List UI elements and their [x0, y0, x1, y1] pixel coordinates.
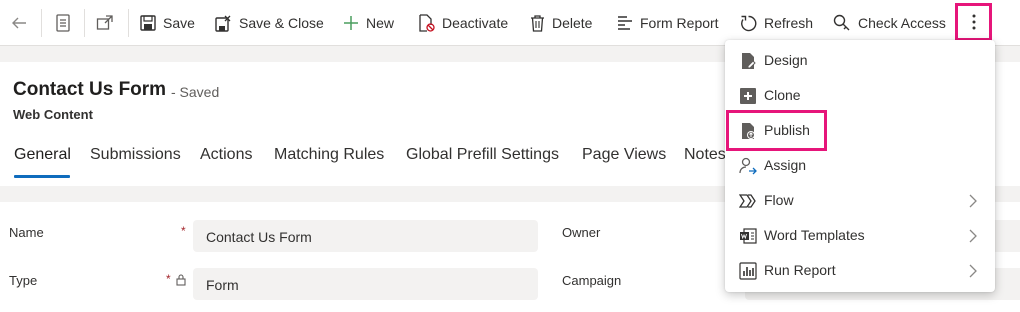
owner-label: Owner: [562, 225, 601, 240]
toolbar-divider: [41, 9, 42, 37]
open-new-window-button[interactable]: [96, 0, 114, 46]
delete-label: Delete: [552, 15, 593, 31]
tab-matching-rules[interactable]: Matching Rules: [274, 146, 384, 164]
refresh-icon: [741, 15, 757, 31]
toolbar-divider: [84, 9, 85, 37]
chevron-right-icon: [969, 264, 977, 278]
word-templates-icon: [740, 228, 757, 244]
new-button[interactable]: New: [343, 0, 394, 46]
menu-item-word-templates[interactable]: Word Templates: [725, 218, 995, 253]
form-report-label: Form Report: [640, 15, 719, 31]
menu-item-clone[interactable]: Clone: [725, 78, 995, 113]
type-label: Type: [9, 273, 38, 288]
flow-icon: [739, 194, 756, 208]
chevron-right-icon: [969, 194, 977, 208]
name-field[interactable]: Contact Us Form: [193, 220, 538, 252]
record-set-button[interactable]: [55, 0, 71, 46]
required-indicator: *: [181, 224, 186, 238]
back-button[interactable]: [10, 0, 28, 46]
tab-notes[interactable]: Notes: [684, 146, 726, 164]
active-tab-indicator: [14, 175, 70, 178]
deactivate-button[interactable]: Deactivate: [418, 0, 508, 46]
type-field[interactable]: Form: [193, 268, 538, 300]
page-title: Contact Us Form: [13, 79, 167, 100]
chevron-right-icon: [969, 229, 977, 243]
save-and-close-icon: [215, 15, 231, 32]
menu-item-label: Word Templates: [764, 227, 865, 243]
check-access-label: Check Access: [858, 15, 946, 31]
lock-icon: [176, 274, 186, 286]
tab-global-prefill-settings[interactable]: Global Prefill Settings: [406, 146, 559, 164]
deactivate-label: Deactivate: [442, 15, 509, 31]
name-label: Name: [9, 225, 44, 240]
menu-item-label: Design: [764, 52, 808, 68]
refresh-label: Refresh: [764, 15, 814, 31]
save-and-close-button[interactable]: Save & Close: [215, 0, 324, 46]
publish-highlight-box: [726, 110, 827, 151]
design-icon: [742, 53, 756, 69]
save-status: - Saved: [171, 84, 220, 100]
document-icon: [56, 14, 70, 32]
tab-submissions[interactable]: Submissions: [90, 146, 181, 164]
save-icon: [140, 15, 156, 31]
plus-icon: [344, 16, 358, 30]
toolbar-divider: [128, 9, 129, 37]
menu-item-flow[interactable]: Flow: [725, 183, 995, 218]
trash-icon: [531, 14, 544, 32]
menu-item-design[interactable]: Design: [725, 43, 995, 78]
tab-page-views[interactable]: Page Views: [582, 146, 666, 164]
required-indicator: *: [166, 272, 171, 286]
more-vertical-icon: [972, 14, 975, 30]
save-and-close-label: Save & Close: [239, 15, 324, 31]
menu-item-label: Assign: [764, 157, 807, 173]
tab-actions[interactable]: Actions: [200, 146, 252, 164]
campaign-label: Campaign: [562, 273, 622, 288]
menu-item-label: Flow: [764, 192, 794, 208]
open-in-new-window-icon: [96, 15, 113, 30]
run-report-icon: [739, 262, 757, 280]
assign-icon: [739, 157, 757, 175]
delete-button[interactable]: Delete: [530, 0, 592, 46]
more-commands-menu: Design Clone Publish Assign Flow Word Te…: [725, 40, 995, 292]
back-arrow-icon: [12, 17, 26, 29]
save-button[interactable]: Save: [140, 0, 195, 46]
more-commands-button[interactable]: [955, 3, 992, 41]
menu-item-label: Run Report: [764, 262, 836, 278]
new-label: New: [366, 15, 395, 31]
deactivate-icon: [419, 14, 435, 32]
menu-item-assign[interactable]: Assign: [725, 148, 995, 183]
save-label: Save: [163, 15, 195, 31]
menu-item-run-report[interactable]: Run Report: [725, 253, 995, 288]
clone-icon: [740, 88, 756, 104]
menu-item-label: Clone: [764, 87, 801, 103]
entity-name: Web Content: [13, 107, 93, 122]
tab-general[interactable]: General: [14, 146, 71, 164]
report-icon: [618, 16, 632, 30]
form-report-button[interactable]: Form Report: [617, 0, 719, 46]
check-access-icon: [833, 14, 850, 31]
